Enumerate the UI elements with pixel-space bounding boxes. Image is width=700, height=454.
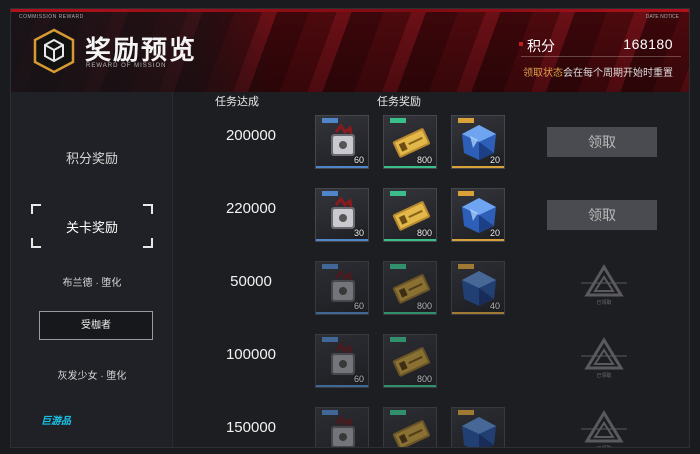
bomb-item-icon — [331, 415, 355, 447]
reward-preview-window: COMMISSION REWARD DATE NOTICE 奖励预览 REWAR… — [10, 8, 690, 448]
score-panel: 积分 168180 领取状态会在每个周期开始时重置 — [515, 26, 683, 86]
reward-item-crystal[interactable]: 40 — [451, 407, 505, 447]
reward-item-bomb[interactable]: 60 — [315, 334, 369, 388]
cube-logo-icon — [33, 28, 75, 74]
row-target-value: 200000 — [225, 127, 277, 144]
row-target-value: 150000 — [225, 419, 277, 436]
row-target-value: 220000 — [225, 200, 277, 217]
page-title: 奖励预览 — [85, 36, 198, 66]
table-row: 50000 60 800 40 已领取 — [173, 251, 689, 323]
reward-item-crystal[interactable]: 40 — [451, 261, 505, 315]
reward-item-bomb[interactable]: 60 — [315, 407, 369, 447]
sidebar: 积分奖励 关卡奖励 布兰德 · 堕化 受枷者 灰发少女 · 堕化 巨游品 — [11, 92, 173, 447]
table-row: 150000 60 800 40 已领取 — [173, 397, 689, 447]
reward-item-bomb[interactable]: 60 — [315, 115, 369, 169]
reward-item-bomb[interactable]: 60 — [315, 261, 369, 315]
crystal-cube-item-icon — [462, 417, 496, 447]
header-tiny-left: COMMISSION REWARD — [19, 14, 84, 20]
header-tiny-right: DATE NOTICE — [645, 14, 679, 20]
claimed-emblem-icon: 已领取 — [577, 409, 631, 447]
reward-item-ticket[interactable]: 800 — [383, 334, 437, 388]
score-label: 积分 — [527, 38, 555, 54]
reward-item-ticket[interactable]: 800 — [383, 188, 437, 242]
header-banner: COMMISSION REWARD DATE NOTICE 奖励预览 REWAR… — [11, 12, 689, 92]
reward-table: 200000 60 800 20 领取 220000 30 800 20 领取 … — [173, 105, 689, 447]
table-row: 220000 30 800 20 领取 — [173, 178, 689, 250]
sidebar-subitem-brand[interactable]: 布兰德 · 堕化 — [11, 274, 173, 289]
claimed-emblem-icon: 已领取 — [577, 336, 631, 386]
claim-button[interactable]: 领取 — [547, 127, 657, 157]
ticket-item-icon — [392, 420, 430, 447]
claimed-emblem-icon: 已领取 — [577, 263, 631, 313]
sidebar-item-stage-label: 关卡奖励 — [65, 220, 118, 235]
table-row: 200000 60 800 20 领取 — [173, 105, 689, 177]
sidebar-item-stage[interactable]: 关卡奖励 — [31, 204, 153, 248]
score-value: 168180 — [623, 36, 673, 52]
sidebar-subitem-grey-hair-girl[interactable]: 灰发少女 · 堕化 — [11, 367, 173, 382]
table-row: 100000 60 800 已领取 — [173, 324, 689, 396]
page-subtitle: REWARD OF MISSION — [86, 63, 167, 69]
reward-item-ticket[interactable]: 800 — [383, 115, 437, 169]
claim-button[interactable]: 领取 — [547, 200, 657, 230]
row-target-value: 100000 — [225, 346, 277, 363]
reward-item-ticket[interactable]: 800 — [383, 261, 437, 315]
reward-item-crystal[interactable]: 20 — [451, 115, 505, 169]
sidebar-subitem-shackled[interactable]: 受枷者 — [39, 311, 153, 340]
reward-item-ticket[interactable]: 800 — [383, 407, 437, 447]
row-target-value: 50000 — [230, 273, 272, 290]
watermark-logo: 巨游品 — [41, 416, 71, 427]
sidebar-item-points[interactable]: 积分奖励 — [11, 148, 173, 167]
reset-note: 领取状态会在每个周期开始时重置 — [523, 68, 673, 79]
reward-item-crystal[interactable]: 20 — [451, 188, 505, 242]
reward-item-bomb[interactable]: 30 — [315, 188, 369, 242]
